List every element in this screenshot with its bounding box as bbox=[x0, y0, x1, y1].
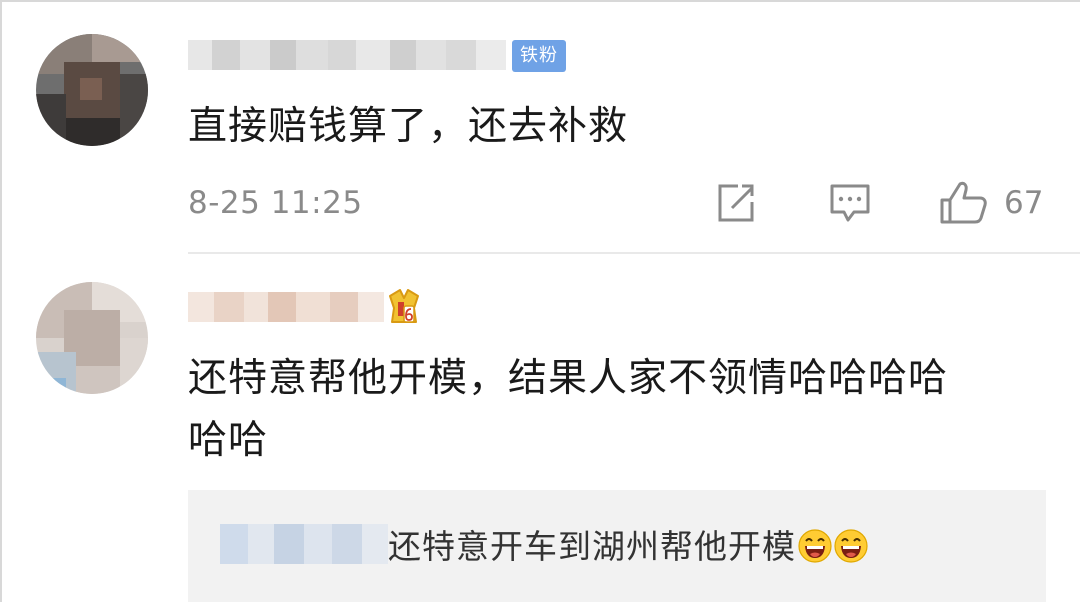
fan-badge: 铁粉 bbox=[512, 40, 566, 72]
username-blurred[interactable] bbox=[188, 40, 506, 70]
like-icon[interactable] bbox=[938, 180, 990, 226]
reply-preview[interactable]: 还特意开车到湖州帮他开模 bbox=[188, 490, 1046, 602]
comment-item: 还特意帮他开模，结果人家不领情哈哈哈哈 哈哈 还特意开车到湖州帮他开模 bbox=[0, 258, 1080, 602]
reply-username-blurred[interactable] bbox=[220, 524, 388, 564]
avatar[interactable] bbox=[36, 282, 148, 394]
level-badge-icon bbox=[386, 288, 422, 328]
comment-time: 8-25 11:25 bbox=[188, 185, 363, 221]
grinning-face-emoji bbox=[834, 529, 868, 563]
like-count: 67 bbox=[1004, 185, 1044, 221]
comment-item: 铁粉 直接赔钱算了，还去补救 8-25 11:25 67 bbox=[0, 0, 1080, 258]
username-blurred[interactable] bbox=[188, 292, 384, 322]
avatar[interactable] bbox=[36, 34, 148, 146]
reply-text-content: 还特意开车到湖州帮他开模 bbox=[388, 527, 796, 566]
comment-text: 直接赔钱算了，还去补救 bbox=[188, 104, 629, 149]
comment-text: 还特意帮他开模，结果人家不领情哈哈哈哈 哈哈 bbox=[188, 356, 949, 463]
comment-icon[interactable] bbox=[828, 180, 872, 226]
comment-divider bbox=[188, 252, 1080, 254]
grinning-face-emoji bbox=[798, 529, 832, 563]
reply-text: 还特意开车到湖州帮他开模 bbox=[388, 520, 868, 568]
share-icon[interactable] bbox=[714, 180, 758, 226]
